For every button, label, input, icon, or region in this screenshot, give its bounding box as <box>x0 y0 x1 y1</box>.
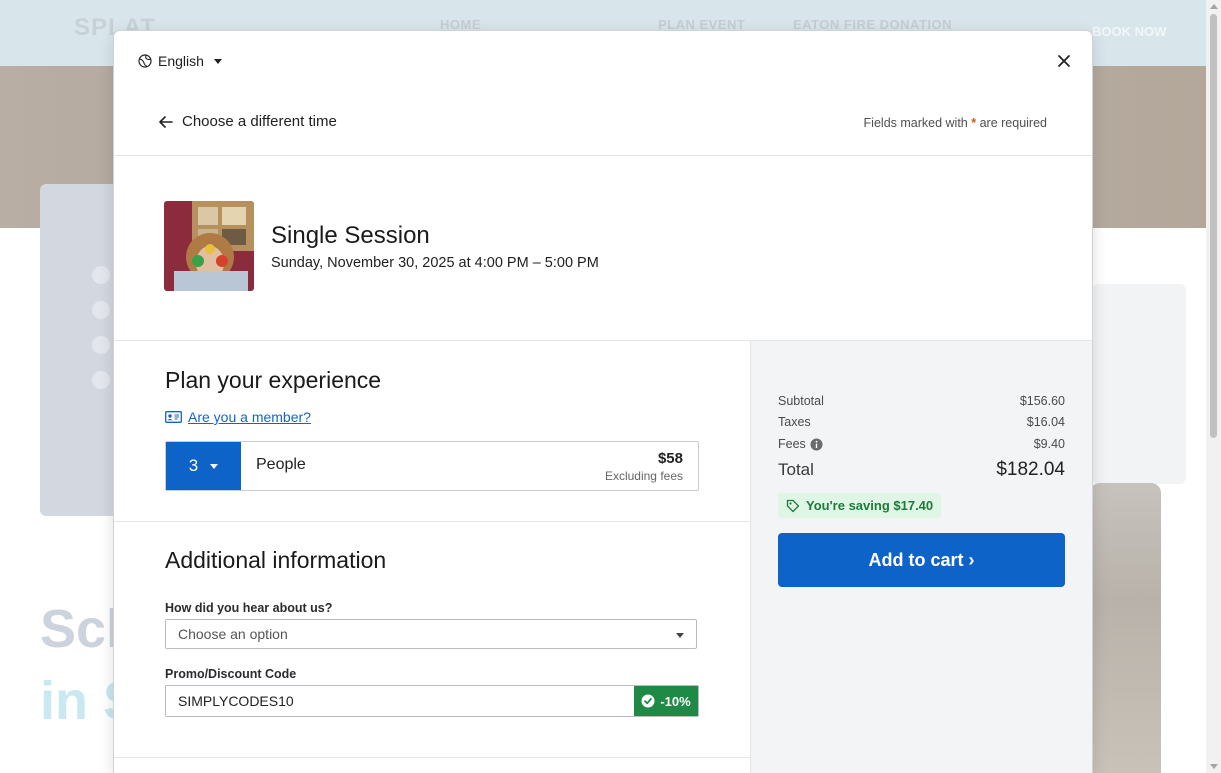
event-datetime: Sunday, November 30, 2025 at 4:00 PM – 5… <box>271 255 599 271</box>
scrollbar-thumb[interactable] <box>1210 14 1217 438</box>
ticket-label: People <box>256 456 306 473</box>
promo-discount: -10% <box>660 693 691 709</box>
close-icon <box>1058 55 1070 67</box>
background-photo <box>1090 483 1161 773</box>
subtotal-value: $156.60 <box>1019 394 1065 408</box>
total-label: Total <box>778 460 814 479</box>
background-nav-home: HOME <box>440 17 481 32</box>
booking-modal: English Choose a different time Fields m… <box>114 31 1092 773</box>
additional-info-title: Additional information <box>165 547 387 573</box>
taxes-label: Taxes <box>778 415 811 429</box>
fees-label: Fees <box>778 437 806 451</box>
promo-applied-badge: -10% <box>634 686 698 716</box>
promo-code-input[interactable] <box>166 686 634 716</box>
page-scrollbar[interactable] <box>1206 0 1221 773</box>
required-note: Fields marked with * are required <box>863 116 1047 130</box>
subtotal-label: Subtotal <box>778 394 824 408</box>
taxes-row: Taxes $16.04 <box>778 415 1065 429</box>
language-label: English <box>158 53 204 69</box>
subtotal-row: Subtotal $156.60 <box>778 394 1065 408</box>
scroll-up-icon[interactable] <box>1210 4 1218 9</box>
hear-about-select[interactable]: Choose an option <box>165 619 697 649</box>
quantity-value: 3 <box>188 456 199 475</box>
check-circle-icon <box>641 694 655 708</box>
info-icon[interactable] <box>810 438 823 451</box>
background-nav-plan-event: PLAN EVENT <box>658 17 746 32</box>
chevron-down-icon <box>213 58 222 64</box>
ticket-row-people: 3 People $58 Excluding fees <box>165 441 699 491</box>
quantity-dropdown[interactable]: 3 <box>166 442 241 490</box>
event-title: Single Session <box>271 222 430 249</box>
plan-experience-title: Plan your experience <box>165 367 382 393</box>
member-link[interactable]: Are you a member? <box>165 409 311 425</box>
required-star-icon: * <box>971 116 977 130</box>
choose-different-time-link[interactable]: Choose a different time <box>158 113 337 130</box>
promo-code-label: Promo/Discount Code <box>165 667 297 681</box>
add-to-cart-button[interactable]: Add to cart › <box>778 533 1065 587</box>
fees-value: $9.40 <box>1033 437 1065 451</box>
background-right-card <box>1092 284 1186 484</box>
taxes-value: $16.04 <box>1026 415 1065 429</box>
scroll-down-icon[interactable] <box>1210 764 1218 769</box>
back-label: Choose a different time <box>182 113 337 130</box>
member-card-icon <box>165 411 182 423</box>
chevron-down-icon <box>210 463 219 469</box>
tag-icon <box>786 499 800 512</box>
arrow-left-icon <box>159 115 173 128</box>
globe-icon <box>138 54 152 68</box>
order-summary: Subtotal $156.60 Taxes $16.04 Fees $9.40… <box>750 341 1092 773</box>
ticket-price: $58 <box>657 450 683 467</box>
event-image <box>164 201 254 291</box>
divider <box>114 521 750 522</box>
close-button[interactable] <box>1054 51 1074 71</box>
fees-row: Fees $9.40 <box>778 437 1065 451</box>
savings-badge: You're saving $17.40 <box>778 493 942 518</box>
language-selector[interactable]: English <box>138 53 222 69</box>
hear-about-placeholder: Choose an option <box>178 626 288 642</box>
total-row: Total $182.04 <box>778 459 1065 481</box>
divider <box>114 155 1092 156</box>
divider <box>114 757 750 758</box>
savings-text: You're saving $17.40 <box>806 498 934 513</box>
ticket-price-note: Excluding fees <box>604 469 683 483</box>
hear-about-label: How did you hear about us? <box>165 601 333 615</box>
background-nav-cta: BOOK NOW <box>1092 24 1167 39</box>
total-value: $182.04 <box>996 459 1065 480</box>
chevron-down-icon <box>676 633 684 638</box>
promo-code-field: -10% <box>165 685 699 717</box>
member-link-label[interactable]: Are you a member? <box>188 409 311 425</box>
background-nav-donation: EATON FIRE DONATION <box>793 17 952 32</box>
